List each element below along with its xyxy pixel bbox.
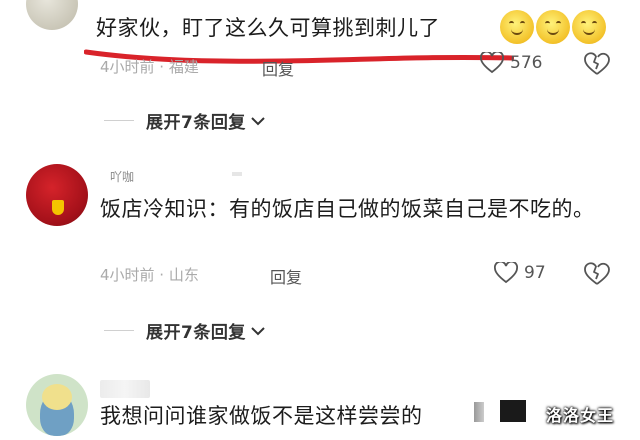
avatar[interactable] <box>26 0 78 30</box>
broken-heart-icon <box>584 52 610 75</box>
avatar[interactable] <box>26 164 88 226</box>
chevron-down-icon <box>251 326 265 335</box>
watermark: 洛洛女王 <box>546 406 615 425</box>
reply-button[interactable]: 回复 <box>262 56 294 80</box>
reply-button[interactable]: 回复 <box>270 264 302 288</box>
broken-heart-icon <box>584 262 610 285</box>
username[interactable]: 吖咖 <box>110 168 134 185</box>
comment-text: 好家伙，盯了这么久可算挑到刺儿了 <box>96 16 440 40</box>
expand-replies-label: 展开7条回复 <box>146 323 246 343</box>
blurred-username <box>232 172 242 176</box>
dislike-button[interactable] <box>584 52 610 80</box>
logo-badge <box>52 200 64 215</box>
expand-replies-label: 展开7条回复 <box>146 113 246 133</box>
like-count: 97 <box>524 263 546 283</box>
comment-text: 饭店冷知识：有的饭店自己做的饭菜自己是不吃的。 <box>100 197 595 221</box>
divider <box>104 330 134 331</box>
avatar[interactable] <box>26 374 88 436</box>
like-button[interactable]: 576 <box>480 52 542 74</box>
obscured-content <box>474 402 484 422</box>
smile-emoji-icon <box>536 10 570 44</box>
smile-emoji-icon <box>572 10 606 44</box>
like-button[interactable]: 97 <box>494 262 546 284</box>
heart-outline-icon <box>480 52 504 74</box>
expand-replies-button[interactable]: 展开7条回复 <box>104 108 266 133</box>
smile-emoji-icon <box>500 10 534 44</box>
dislike-button[interactable] <box>584 262 610 290</box>
avatar-face <box>42 384 72 410</box>
obscured-content <box>500 400 526 422</box>
comment-text: 我想问问谁家做饭不是这样尝尝的 <box>100 404 423 428</box>
heart-outline-icon <box>494 262 518 284</box>
blurred-username <box>100 380 150 398</box>
emoji-group <box>500 10 606 44</box>
chevron-down-icon <box>251 116 265 125</box>
expand-replies-button[interactable]: 展开7条回复 <box>104 318 266 343</box>
comment-meta: 4小时前 · 山东 <box>100 266 199 284</box>
like-count: 576 <box>510 53 543 73</box>
divider <box>104 120 134 121</box>
comment-meta: 4小时前 · 福建 <box>100 58 199 76</box>
